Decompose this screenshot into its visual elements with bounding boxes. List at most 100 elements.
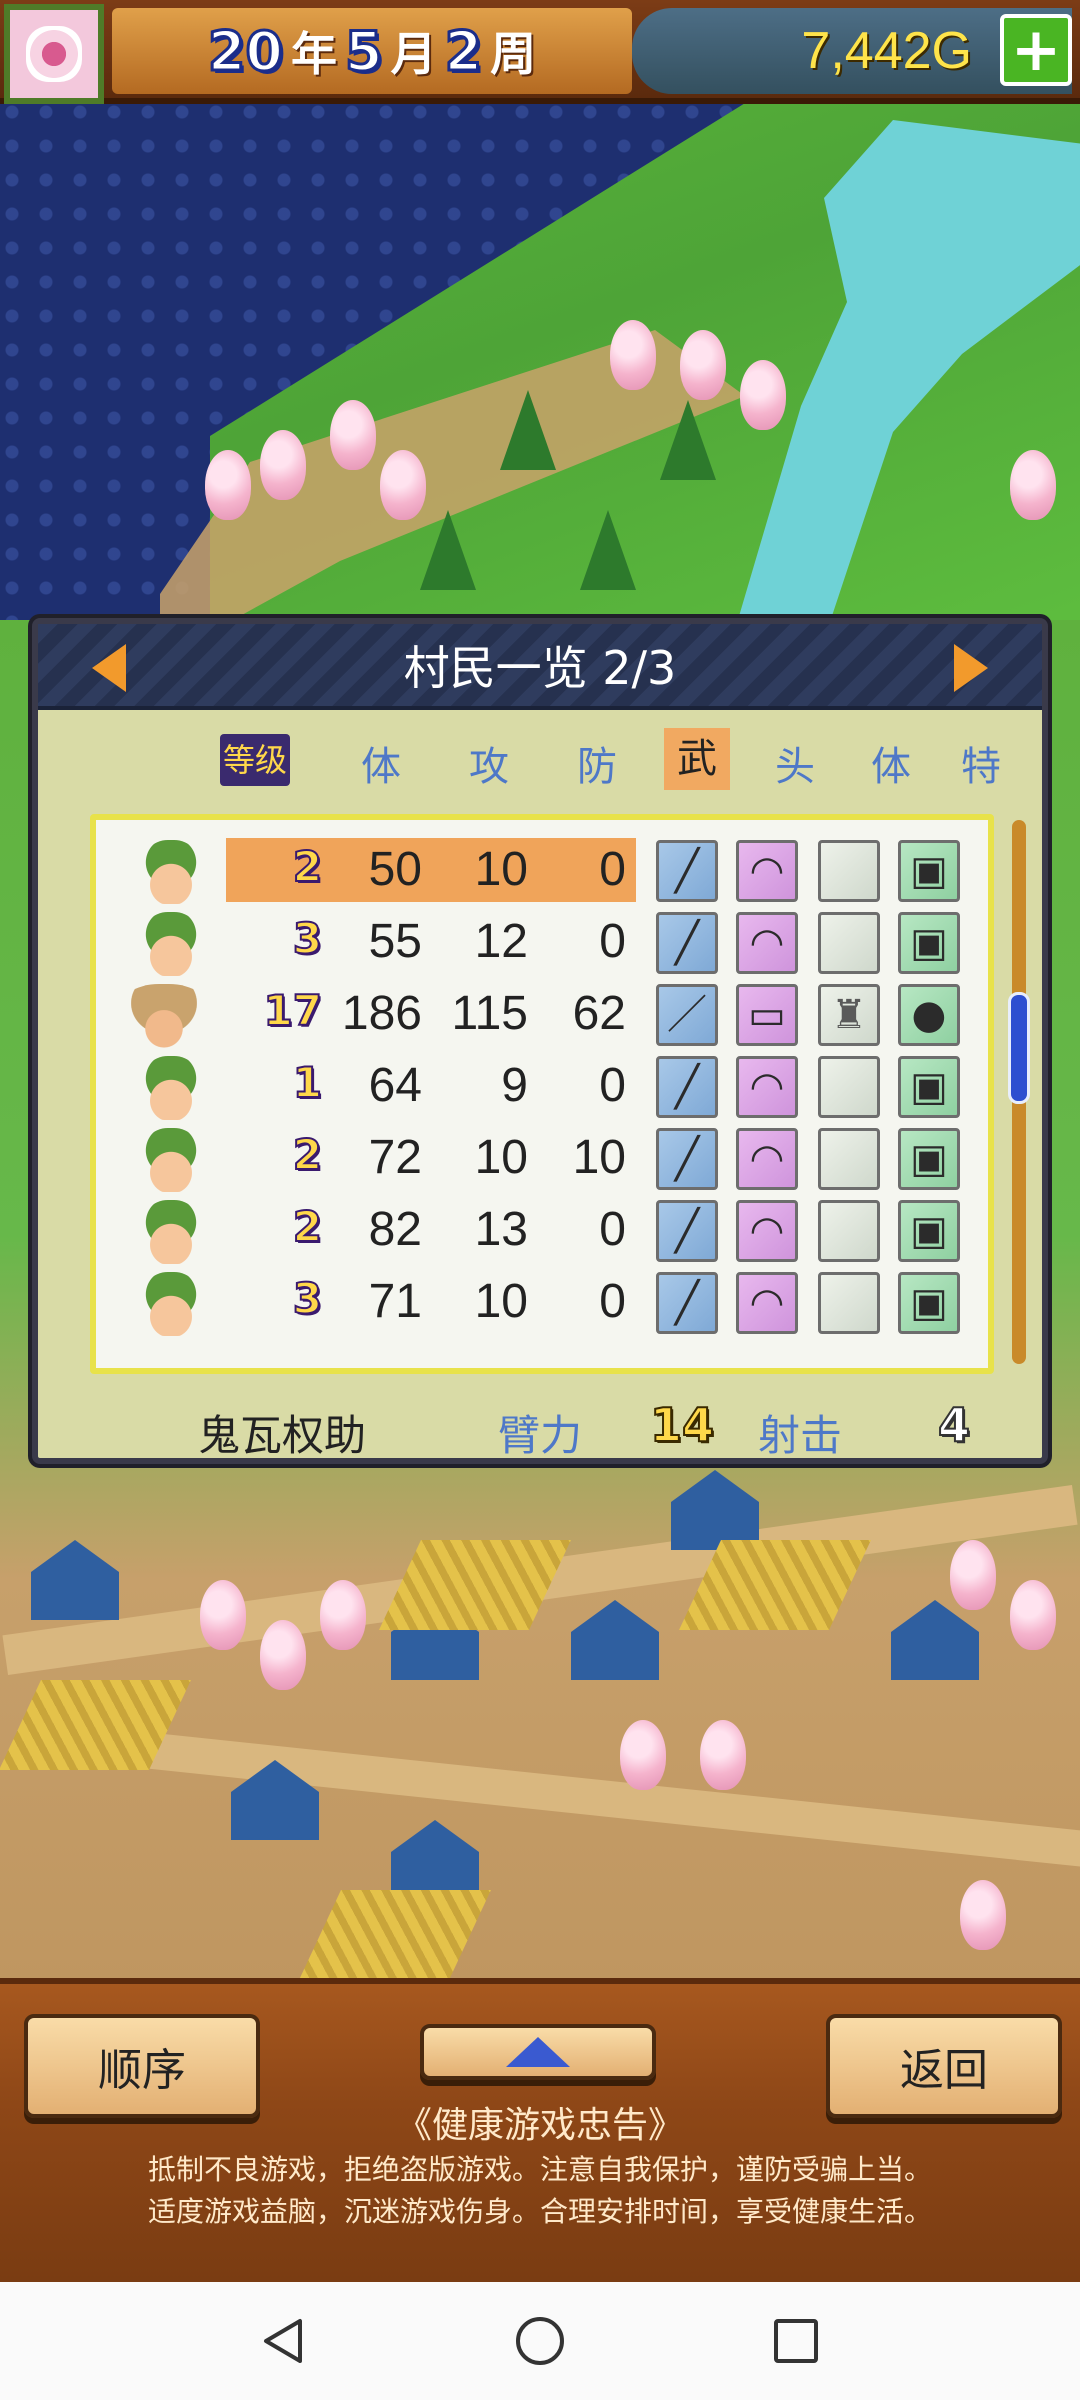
villager-row[interactable]: 17 186 115 62 ／ ▭ ♜ ●: [96, 978, 988, 1050]
column-body[interactable]: 体: [856, 734, 926, 792]
villager-stats: 17 186 115 62: [226, 982, 636, 1046]
villager-level: 3: [292, 1273, 323, 1324]
villager-defense: 0: [599, 1275, 626, 1328]
villager-row[interactable]: 2 72 10 10 ╱ ◠ ▣: [96, 1122, 988, 1194]
body-slot[interactable]: ♜: [818, 984, 880, 1046]
villager-row[interactable]: 2 50 10 0 ╱ ◠ ▣: [96, 834, 988, 906]
body-slot[interactable]: [818, 912, 880, 974]
pine-tree: [420, 510, 476, 590]
charm-icon: ▣: [910, 848, 948, 894]
prev-page-arrow-icon[interactable]: [92, 644, 126, 692]
head-slot[interactable]: ◠: [736, 840, 798, 902]
head-slot[interactable]: ◠: [736, 1056, 798, 1118]
special-slot[interactable]: ▣: [898, 912, 960, 974]
add-gold-button[interactable]: +: [1000, 14, 1072, 86]
villager-defense: 62: [572, 987, 626, 1040]
villager-list[interactable]: 2 50 10 0 ╱ ◠ ▣ 3 55 12 0 ╱ ◠ ▣ 17 186 1…: [90, 814, 994, 1374]
pine-tree: [580, 510, 636, 590]
head-slot[interactable]: ◠: [736, 1272, 798, 1334]
cherry-tree: [620, 1720, 666, 1790]
column-defense[interactable]: 防: [562, 734, 632, 792]
nav-recents-button[interactable]: [768, 2313, 824, 2369]
bomb-icon: ●: [911, 992, 947, 1038]
weapon-slot[interactable]: ╱: [656, 1200, 718, 1262]
special-slot[interactable]: ▣: [898, 1272, 960, 1334]
cherry-tree: [610, 320, 656, 390]
head-slot[interactable]: ◠: [736, 1128, 798, 1190]
villager-attack: 10: [474, 1131, 528, 1184]
sakura-petal-icon: [26, 26, 82, 82]
villager-row[interactable]: 3 71 10 0 ╱ ◠ ▣: [96, 1266, 988, 1338]
weapon-slot[interactable]: ╱: [656, 1272, 718, 1334]
weapon-slot[interactable]: ╱: [656, 1128, 718, 1190]
villager-row[interactable]: 1 64 9 0 ╱ ◠ ▣: [96, 1050, 988, 1122]
weapon-slot[interactable]: ／: [656, 984, 718, 1046]
nav-back-button[interactable]: [256, 2313, 312, 2369]
special-slot[interactable]: ●: [898, 984, 960, 1046]
villager-level: 3: [292, 913, 323, 964]
cherry-tree: [1010, 1580, 1056, 1650]
charm-icon: ▣: [910, 920, 948, 966]
next-page-arrow-icon[interactable]: [954, 644, 988, 692]
villager-hp: 82: [368, 1203, 422, 1256]
villager-row[interactable]: 2 82 13 0 ╱ ◠ ▣: [96, 1194, 988, 1266]
cherry-tree: [740, 360, 786, 430]
villager-level: 2: [292, 1129, 323, 1180]
villager-hp: 64: [368, 1059, 422, 1112]
villager-row[interactable]: 3 55 12 0 ╱ ◠ ▣: [96, 906, 988, 978]
column-head[interactable]: 头: [760, 734, 830, 792]
column-hp[interactable]: 体: [346, 734, 416, 792]
straw-hat-icon: ◠: [749, 1208, 785, 1254]
villager-portrait: [140, 1128, 202, 1192]
villager-defense: 0: [599, 915, 626, 968]
body-slot[interactable]: [818, 1272, 880, 1334]
head-slot[interactable]: ◠: [736, 912, 798, 974]
weapon-slot[interactable]: ╱: [656, 1056, 718, 1118]
villager-level: 1: [292, 1057, 323, 1108]
expand-button[interactable]: [420, 2024, 656, 2080]
shooting-value: 4: [937, 1397, 971, 1453]
villager-attack: 10: [474, 1275, 528, 1328]
villager-detail: 鬼瓦权助 臂力 14 射击 4: [38, 1394, 1042, 1464]
column-level[interactable]: 等级: [220, 734, 290, 786]
weapon-slot[interactable]: ╱: [656, 840, 718, 902]
special-slot[interactable]: ▣: [898, 1056, 960, 1118]
panel-header: 村民一览 2/3: [38, 624, 1042, 710]
column-attack[interactable]: 攻: [454, 734, 524, 792]
head-slot[interactable]: ◠: [736, 1200, 798, 1262]
special-slot[interactable]: ▣: [898, 1128, 960, 1190]
body-slot[interactable]: [818, 1200, 880, 1262]
list-scroll-thumb[interactable]: [1008, 992, 1030, 1104]
body-slot[interactable]: [818, 1128, 880, 1190]
cherry-tree: [260, 430, 306, 500]
special-slot[interactable]: ▣: [898, 840, 960, 902]
villager-attack: 115: [451, 987, 528, 1040]
head-slot[interactable]: ▭: [736, 984, 798, 1046]
bottom-bar: 顺序 返回 《健康游戏忠告》 抵制不良游戏，拒绝盗版游戏。注意自我保护，谨防受骗…: [0, 1978, 1080, 2282]
charm-icon: ▣: [910, 1280, 948, 1326]
sickle-icon: ╱: [674, 1280, 700, 1326]
villager-hp: 71: [368, 1275, 422, 1328]
triangle-up-icon: [506, 2037, 570, 2067]
special-slot[interactable]: ▣: [898, 1200, 960, 1262]
weapon-slot[interactable]: ╱: [656, 912, 718, 974]
column-special[interactable]: 特: [946, 734, 1016, 792]
villager-level: 2: [292, 841, 323, 892]
villager-defense: 0: [599, 1203, 626, 1256]
sickle-icon: ╱: [674, 1064, 700, 1110]
game-date: 20 年 5 月 2 周: [112, 8, 632, 94]
charm-icon: ▣: [910, 1208, 948, 1254]
straw-hat-icon: ◠: [749, 1280, 785, 1326]
column-weapon[interactable]: 武: [664, 728, 730, 790]
villager-attack: 12: [474, 915, 528, 968]
body-slot[interactable]: [818, 840, 880, 902]
nav-home-button[interactable]: [512, 2313, 568, 2369]
strength-label: 臂力: [498, 1411, 583, 1460]
system-nav-bar: [0, 2282, 1080, 2400]
cherry-tree: [320, 1580, 366, 1650]
home-circle-icon: [516, 2317, 564, 2365]
strength-value: 14: [649, 1397, 715, 1453]
body-slot[interactable]: [818, 1056, 880, 1118]
sakura-emblem-icon[interactable]: [4, 4, 104, 104]
date-week: 2: [443, 18, 484, 84]
